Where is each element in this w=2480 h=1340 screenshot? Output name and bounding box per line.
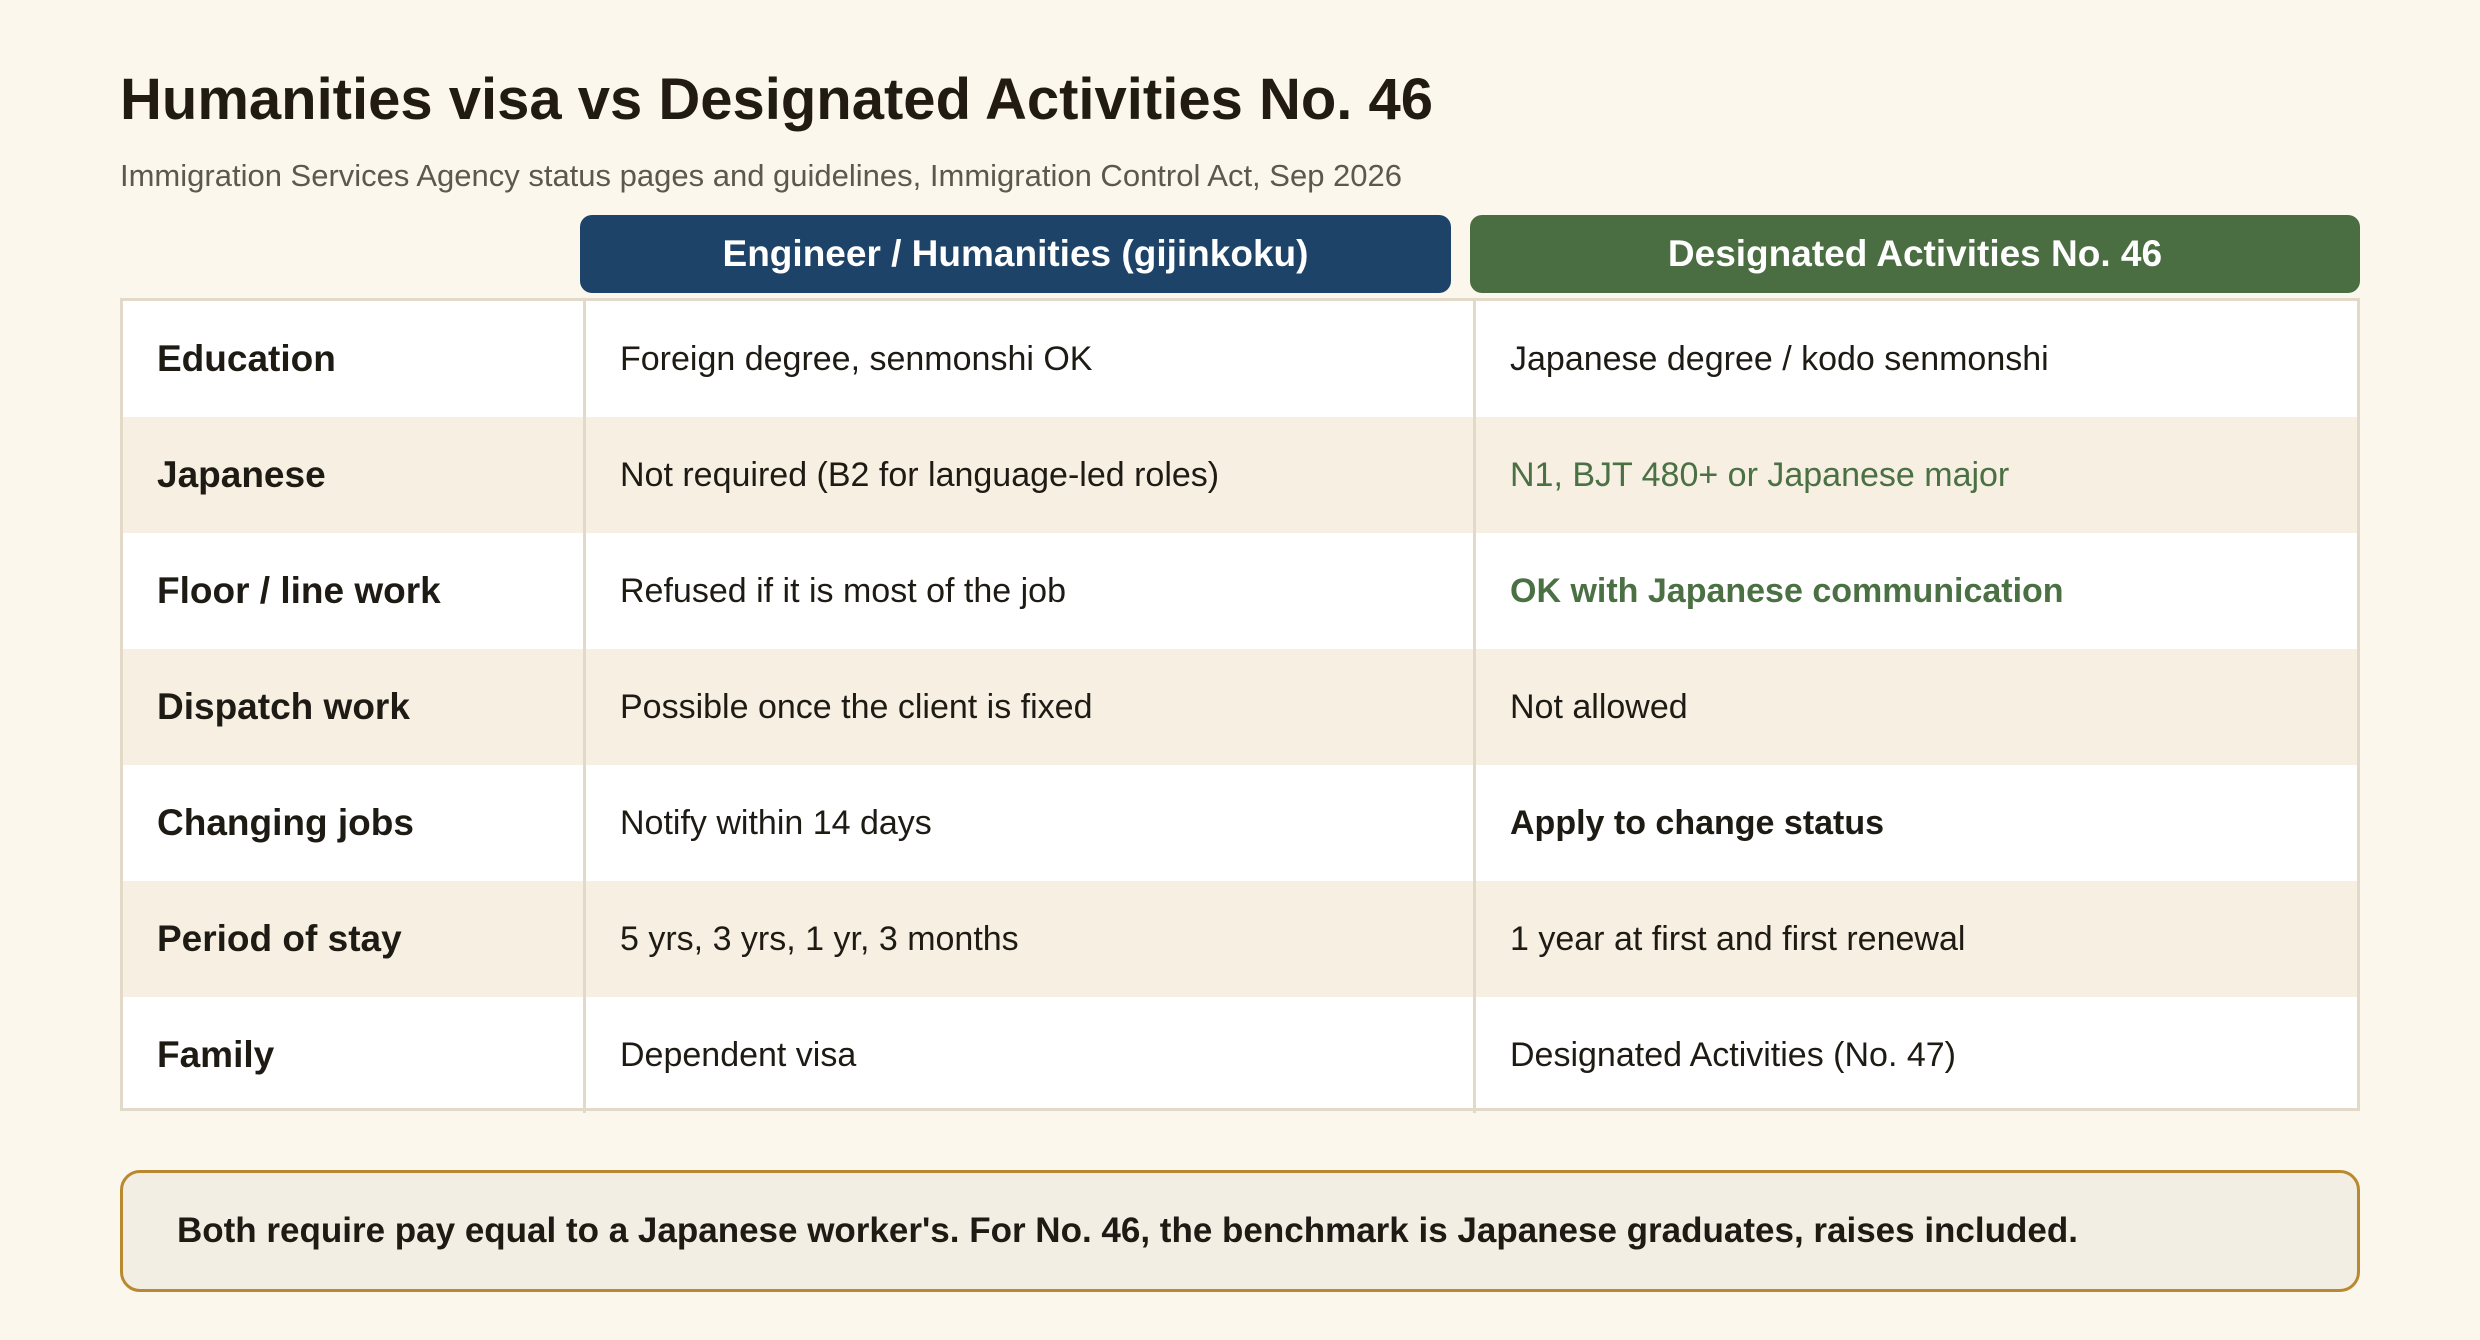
cell-no46: OK with Japanese communication <box>1473 533 2357 649</box>
comparison-page: Humanities visa vs Designated Activities… <box>0 0 2480 1340</box>
table-row-period-of-stay: Period of stay 5 yrs, 3 yrs, 1 yr, 3 mon… <box>123 881 2357 997</box>
row-label: Changing jobs <box>157 802 414 843</box>
column-header-gijinkoku: Engineer / Humanities (gijinkoku) <box>580 215 1451 293</box>
row-label: Education <box>157 338 336 379</box>
row-label: Floor / line work <box>157 570 441 611</box>
table-row-japanese: Japanese Not required (B2 for language-l… <box>123 417 2357 533</box>
cell-no46: N1, BJT 480+ or Japanese major <box>1473 417 2357 533</box>
row-label: Family <box>157 1034 275 1075</box>
page-subtitle: Immigration Services Agency status pages… <box>120 158 1403 193</box>
row-label: Period of stay <box>157 918 402 959</box>
table-row-education: Education Foreign degree, senmonshi OK J… <box>123 301 2357 417</box>
cell-no46: Japanese degree / kodo senmonshi <box>1473 301 2357 417</box>
table-row-family: Family Dependent visa Designated Activit… <box>123 997 2357 1113</box>
cell-gijinkoku: Foreign degree, senmonshi OK <box>583 301 1473 417</box>
table-row-floor-line-work: Floor / line work Refused if it is most … <box>123 533 2357 649</box>
cell-no46: 1 year at first and first renewal <box>1473 881 2357 997</box>
pay-requirement-note: Both require pay equal to a Japanese wor… <box>120 1170 2360 1292</box>
comparison-table: Education Foreign degree, senmonshi OK J… <box>120 298 2360 1113</box>
cell-gijinkoku: Not required (B2 for language-led roles) <box>583 417 1473 533</box>
row-label: Japanese <box>157 454 326 495</box>
page-title: Humanities visa vs Designated Activities… <box>120 67 1434 132</box>
table-row-changing-jobs: Changing jobs Notify within 14 days Appl… <box>123 765 2357 881</box>
cell-gijinkoku: 5 yrs, 3 yrs, 1 yr, 3 months <box>583 881 1473 997</box>
row-label: Dispatch work <box>157 686 410 727</box>
cell-no46: Not allowed <box>1473 649 2357 765</box>
cell-gijinkoku: Possible once the client is fixed <box>583 649 1473 765</box>
cell-gijinkoku: Refused if it is most of the job <box>583 533 1473 649</box>
cell-no46: Designated Activities (No. 47) <box>1473 997 2357 1113</box>
table-row-dispatch-work: Dispatch work Possible once the client i… <box>123 649 2357 765</box>
cell-gijinkoku: Notify within 14 days <box>583 765 1473 881</box>
column-header-no46: Designated Activities No. 46 <box>1470 215 2360 293</box>
cell-no46: Apply to change status <box>1473 765 2357 881</box>
cell-gijinkoku: Dependent visa <box>583 997 1473 1113</box>
